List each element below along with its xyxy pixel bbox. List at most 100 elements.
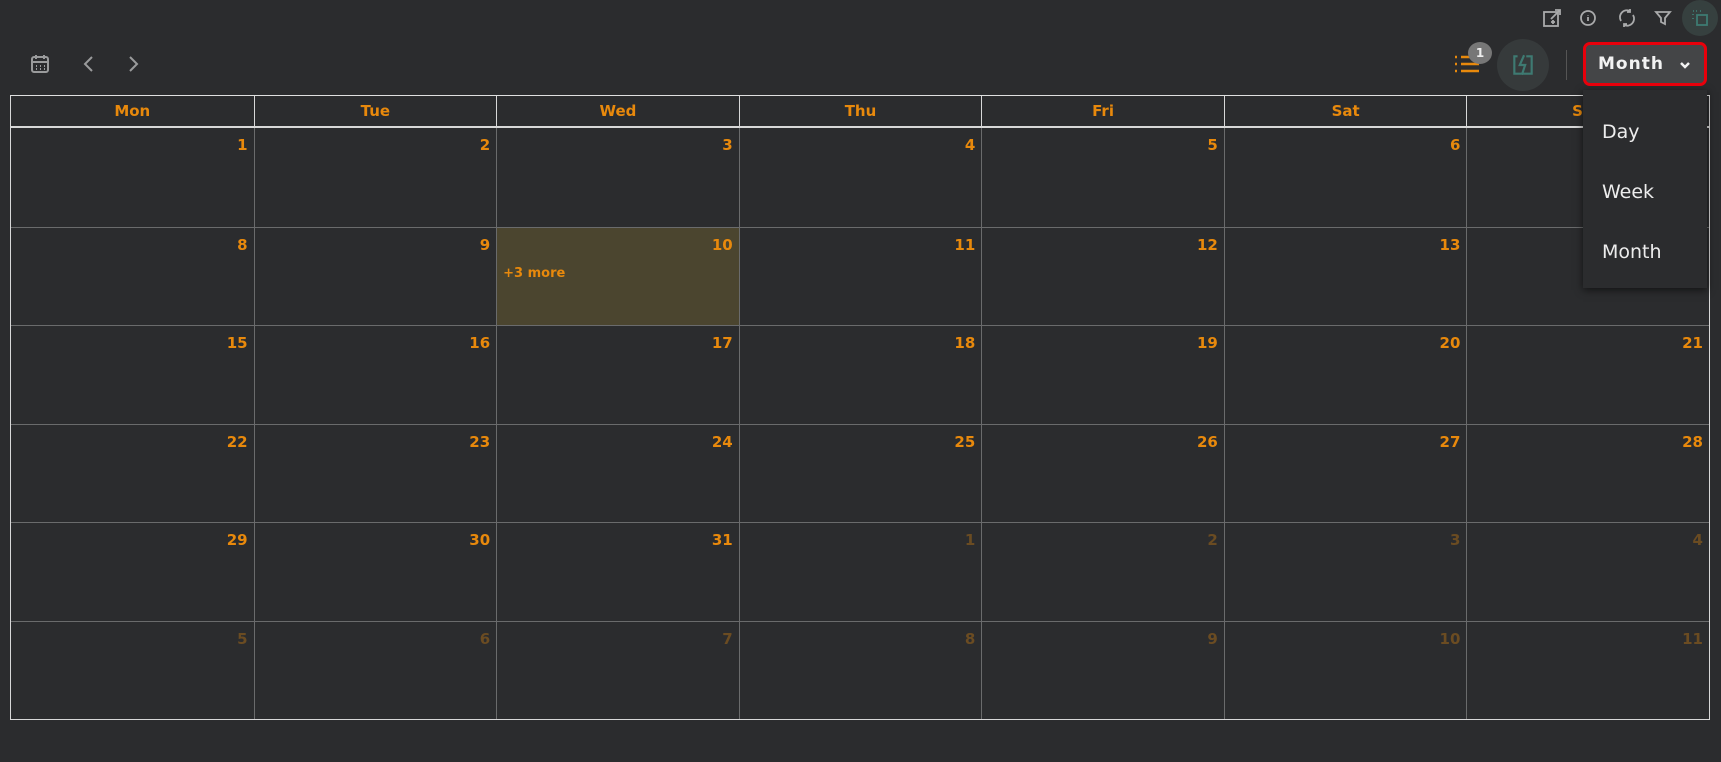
event-list-button[interactable]: 1	[1453, 42, 1492, 76]
day-number[interactable]: 11	[1682, 630, 1703, 648]
day-number[interactable]: 28	[1682, 433, 1703, 451]
day-cell[interactable]: 26	[981, 424, 1224, 522]
day-cell[interactable]: 31	[496, 523, 739, 621]
day-cell[interactable]: 21	[1466, 326, 1709, 424]
copy-icon[interactable]	[1682, 0, 1718, 36]
day-cell[interactable]: 1	[11, 128, 254, 227]
day-number[interactable]: 7	[722, 630, 732, 648]
day-number[interactable]: 29	[227, 531, 248, 549]
day-cell[interactable]: 12	[981, 227, 1224, 325]
day-number[interactable]: 20	[1440, 334, 1461, 352]
chevron-down-icon	[1680, 62, 1690, 69]
day-cell[interactable]: 8	[11, 228, 254, 326]
day-number[interactable]: 15	[227, 334, 248, 352]
day-number[interactable]: 6	[1450, 136, 1460, 154]
quick-action-button[interactable]	[1497, 39, 1549, 91]
day-number[interactable]: 22	[227, 433, 248, 451]
day-cell[interactable]: 2	[981, 523, 1224, 621]
day-number[interactable]: 11	[954, 236, 975, 254]
day-number[interactable]: 30	[469, 531, 490, 549]
day-number[interactable]: 26	[1197, 433, 1218, 451]
view-option-month[interactable]: Month	[1583, 222, 1707, 282]
day-number[interactable]: 9	[480, 236, 490, 254]
view-option-day[interactable]: Day	[1583, 102, 1707, 162]
day-cell[interactable]: 1	[738, 523, 982, 621]
weekday-wed: Wed	[496, 96, 739, 126]
day-cell[interactable]: 4	[738, 128, 982, 227]
day-cell[interactable]: 17	[496, 326, 739, 424]
day-cell[interactable]: 3	[1223, 523, 1467, 621]
day-cell[interactable]: 9	[253, 227, 497, 325]
day-number[interactable]: 10	[712, 236, 733, 254]
day-cell[interactable]: 4	[1466, 523, 1709, 621]
day-number[interactable]: 13	[1440, 236, 1461, 254]
view-select-button[interactable]: Month	[1583, 42, 1707, 86]
day-number[interactable]: 3	[1450, 531, 1460, 549]
next-button[interactable]	[119, 50, 147, 78]
day-cell[interactable]: 6	[1223, 128, 1467, 227]
filter-icon[interactable]	[1650, 5, 1676, 31]
month-calendar-grid: MonTueWedThuFriSatSun 12345678910+3 more…	[10, 95, 1710, 720]
day-number[interactable]: 2	[1207, 531, 1217, 549]
day-cell[interactable]: 3	[496, 128, 739, 227]
day-cell[interactable]: 13	[1223, 227, 1467, 325]
day-number[interactable]: 16	[469, 334, 490, 352]
day-cell[interactable]: 5	[11, 622, 254, 720]
day-cell[interactable]: 16	[253, 326, 497, 424]
toolbar-divider	[1566, 50, 1567, 80]
day-cell[interactable]: 11	[738, 227, 982, 325]
day-cell[interactable]: 2	[253, 128, 497, 227]
refresh-icon[interactable]	[1614, 5, 1640, 31]
day-number[interactable]: 5	[1207, 136, 1217, 154]
day-cell[interactable]: 9	[981, 621, 1224, 719]
day-cell[interactable]: 5	[981, 128, 1224, 227]
day-cell[interactable]: 8	[738, 621, 982, 719]
day-cell[interactable]: 28	[1466, 424, 1709, 522]
day-number[interactable]: 9	[1207, 630, 1217, 648]
day-number[interactable]: 8	[237, 236, 247, 254]
day-number[interactable]: 3	[722, 136, 732, 154]
view-option-week[interactable]: Week	[1583, 162, 1707, 222]
day-cell[interactable]: 20	[1223, 326, 1467, 424]
day-number[interactable]: 25	[954, 433, 975, 451]
calendar-icon[interactable]	[26, 50, 54, 78]
export-icon[interactable]	[1539, 5, 1565, 31]
day-cell[interactable]: 18	[738, 326, 982, 424]
week-row: 1234567	[11, 128, 1709, 227]
day-cell[interactable]: 15	[11, 326, 254, 424]
day-cell[interactable]: 11	[1466, 621, 1709, 719]
day-cell[interactable]: 7	[496, 621, 739, 719]
day-cell[interactable]: 10	[1223, 621, 1467, 719]
day-number[interactable]: 24	[712, 433, 733, 451]
day-number[interactable]: 10	[1440, 630, 1461, 648]
day-number[interactable]: 23	[469, 433, 490, 451]
day-cell[interactable]: 25	[738, 424, 982, 522]
day-number[interactable]: 6	[480, 630, 490, 648]
day-cell[interactable]: 29	[11, 523, 254, 621]
day-number[interactable]: 1	[965, 531, 975, 549]
more-events-link[interactable]: +3 more	[503, 266, 565, 281]
day-number[interactable]: 1	[237, 136, 247, 154]
day-number[interactable]: 4	[1693, 531, 1703, 549]
day-number[interactable]: 4	[965, 136, 975, 154]
day-cell[interactable]: 19	[981, 326, 1224, 424]
day-cell[interactable]: 6	[253, 621, 497, 719]
day-number[interactable]: 18	[954, 334, 975, 352]
day-number[interactable]: 27	[1440, 433, 1461, 451]
day-number[interactable]: 2	[480, 136, 490, 154]
info-icon[interactable]	[1575, 5, 1601, 31]
day-cell[interactable]: 10 +3 more	[496, 227, 739, 325]
day-number[interactable]: 12	[1197, 236, 1218, 254]
day-number[interactable]: 31	[712, 531, 733, 549]
day-number[interactable]: 21	[1682, 334, 1703, 352]
day-number[interactable]: 8	[965, 630, 975, 648]
day-number[interactable]: 17	[712, 334, 733, 352]
day-number[interactable]: 5	[237, 630, 247, 648]
day-cell[interactable]: 24	[496, 424, 739, 522]
day-cell[interactable]: 22	[11, 425, 254, 523]
day-cell[interactable]: 30	[253, 523, 497, 621]
day-cell[interactable]: 23	[253, 424, 497, 522]
prev-button[interactable]	[75, 50, 103, 78]
day-cell[interactable]: 27	[1223, 424, 1467, 522]
day-number[interactable]: 19	[1197, 334, 1218, 352]
